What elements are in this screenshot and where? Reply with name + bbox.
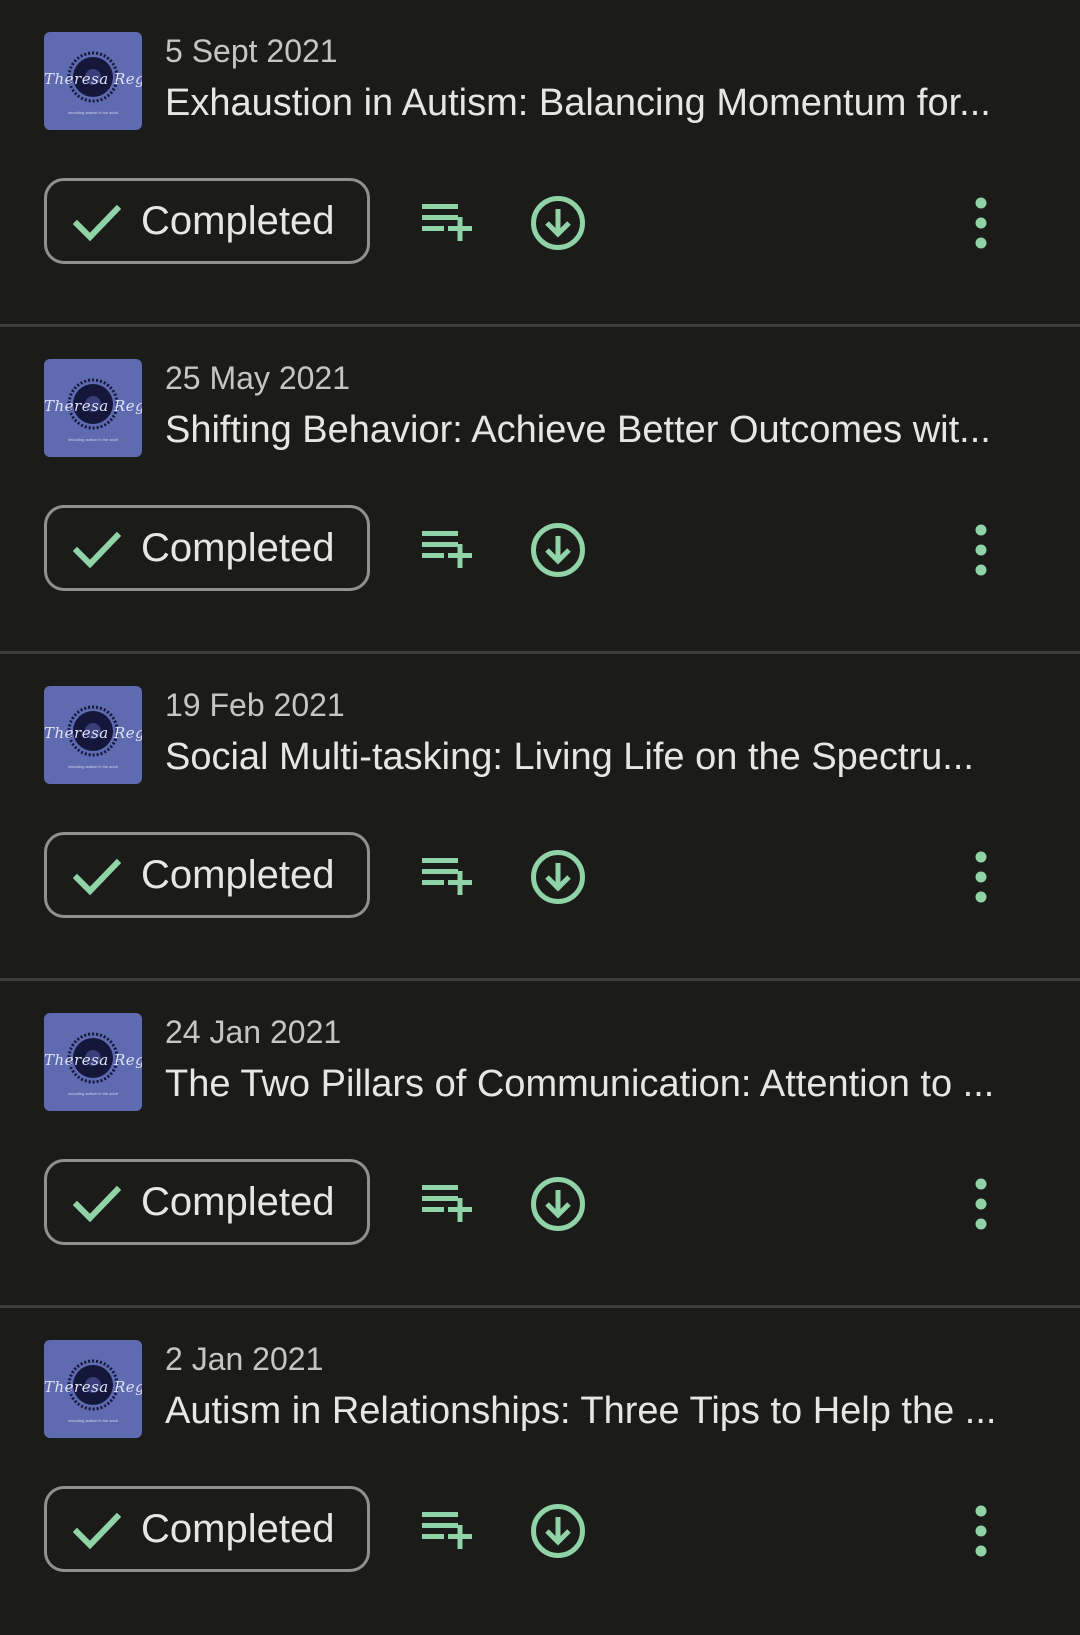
- thumbnail-logo-text: Theresa Regan: [44, 1051, 142, 1069]
- podcast-thumbnail: Theresa Regan decoding autism in the adu…: [44, 32, 142, 130]
- download-button[interactable]: [528, 1174, 588, 1234]
- completed-label: Completed: [141, 1507, 335, 1551]
- thumbnail-logo-text: Theresa Regan: [44, 397, 142, 415]
- episode-list: Theresa Regan decoding autism in the adu…: [0, 0, 1080, 1635]
- more-options-button[interactable]: [966, 1504, 996, 1558]
- completed-button[interactable]: Completed: [44, 832, 370, 918]
- more-vert-icon: [975, 851, 987, 903]
- completed-button[interactable]: Completed: [44, 1159, 370, 1245]
- add-to-queue-button[interactable]: [418, 200, 478, 244]
- episode-item[interactable]: Theresa Regan decoding autism in the adu…: [0, 327, 1080, 654]
- thumbnail-tagline: decoding autism in the adult: [68, 1091, 118, 1096]
- episode-item[interactable]: Theresa Regan decoding autism in the adu…: [0, 981, 1080, 1308]
- more-vert-icon: [975, 524, 987, 576]
- completed-button[interactable]: Completed: [44, 178, 370, 264]
- more-vert-icon: [975, 1505, 987, 1557]
- add-to-queue-button[interactable]: [418, 1181, 478, 1225]
- check-icon: [73, 858, 121, 896]
- download-button[interactable]: [528, 520, 588, 580]
- download-button[interactable]: [528, 1501, 588, 1561]
- more-vert-icon: [975, 197, 987, 249]
- download-icon: [531, 523, 585, 577]
- check-icon: [73, 204, 121, 242]
- add-to-queue-button[interactable]: [418, 527, 478, 571]
- more-options-button[interactable]: [966, 196, 996, 250]
- more-options-button[interactable]: [966, 850, 996, 904]
- add-to-queue-icon: [422, 531, 472, 568]
- add-to-queue-icon: [422, 1512, 472, 1549]
- completed-label: Completed: [141, 1180, 335, 1224]
- episode-date: 25 May 2021: [165, 360, 351, 396]
- thumbnail-logo-text: Theresa Regan: [44, 1378, 142, 1396]
- completed-label: Completed: [141, 853, 335, 897]
- download-button[interactable]: [528, 847, 588, 907]
- add-to-queue-button[interactable]: [418, 1508, 478, 1552]
- episode-date: 5 Sept 2021: [165, 33, 338, 69]
- completed-label: Completed: [141, 526, 335, 570]
- check-icon: [73, 1185, 121, 1223]
- episode-title[interactable]: Shifting Behavior: Achieve Better Outcom…: [165, 409, 1035, 452]
- episode-title[interactable]: Social Multi-tasking: Living Life on the…: [165, 736, 1035, 779]
- more-options-button[interactable]: [966, 523, 996, 577]
- completed-button[interactable]: Completed: [44, 1486, 370, 1572]
- episode-title[interactable]: The Two Pillars of Communication: Attent…: [165, 1063, 1035, 1106]
- completed-label: Completed: [141, 199, 335, 243]
- podcast-thumbnail: Theresa Regan decoding autism in the adu…: [44, 359, 142, 457]
- podcast-thumbnail: Theresa Regan decoding autism in the adu…: [44, 686, 142, 784]
- download-icon: [531, 850, 585, 904]
- add-to-queue-icon: [422, 858, 472, 895]
- thumbnail-tagline: decoding autism in the adult: [68, 1418, 118, 1423]
- add-to-queue-icon: [422, 1185, 472, 1222]
- episode-date: 2 Jan 2021: [165, 1341, 324, 1377]
- download-icon: [531, 1177, 585, 1231]
- thumbnail-logo-text: Theresa Regan: [44, 724, 142, 742]
- podcast-thumbnail: Theresa Regan decoding autism in the adu…: [44, 1013, 142, 1111]
- podcast-thumbnail: Theresa Regan decoding autism in the adu…: [44, 1340, 142, 1438]
- thumbnail-logo-text: Theresa Regan: [44, 70, 142, 88]
- more-options-button[interactable]: [966, 1177, 996, 1231]
- check-icon: [73, 1512, 121, 1550]
- more-vert-icon: [975, 1178, 987, 1230]
- episode-item[interactable]: Theresa Regan decoding autism in the adu…: [0, 0, 1080, 327]
- episode-title[interactable]: Exhaustion in Autism: Balancing Momentum…: [165, 82, 1035, 125]
- episode-date: 19 Feb 2021: [165, 687, 345, 723]
- thumbnail-tagline: decoding autism in the adult: [68, 437, 118, 442]
- download-button[interactable]: [528, 193, 588, 253]
- check-icon: [73, 531, 121, 569]
- thumbnail-tagline: decoding autism in the adult: [68, 110, 118, 115]
- episode-item[interactable]: Theresa Regan decoding autism in the adu…: [0, 1308, 1080, 1635]
- download-icon: [531, 196, 585, 250]
- add-to-queue-icon: [422, 204, 472, 241]
- download-icon: [531, 1504, 585, 1558]
- episode-date: 24 Jan 2021: [165, 1014, 342, 1050]
- episode-item[interactable]: Theresa Regan decoding autism in the adu…: [0, 654, 1080, 981]
- add-to-queue-button[interactable]: [418, 854, 478, 898]
- thumbnail-tagline: decoding autism in the adult: [68, 764, 118, 769]
- episode-title[interactable]: Autism in Relationships: Three Tips to H…: [165, 1390, 1035, 1433]
- completed-button[interactable]: Completed: [44, 505, 370, 591]
